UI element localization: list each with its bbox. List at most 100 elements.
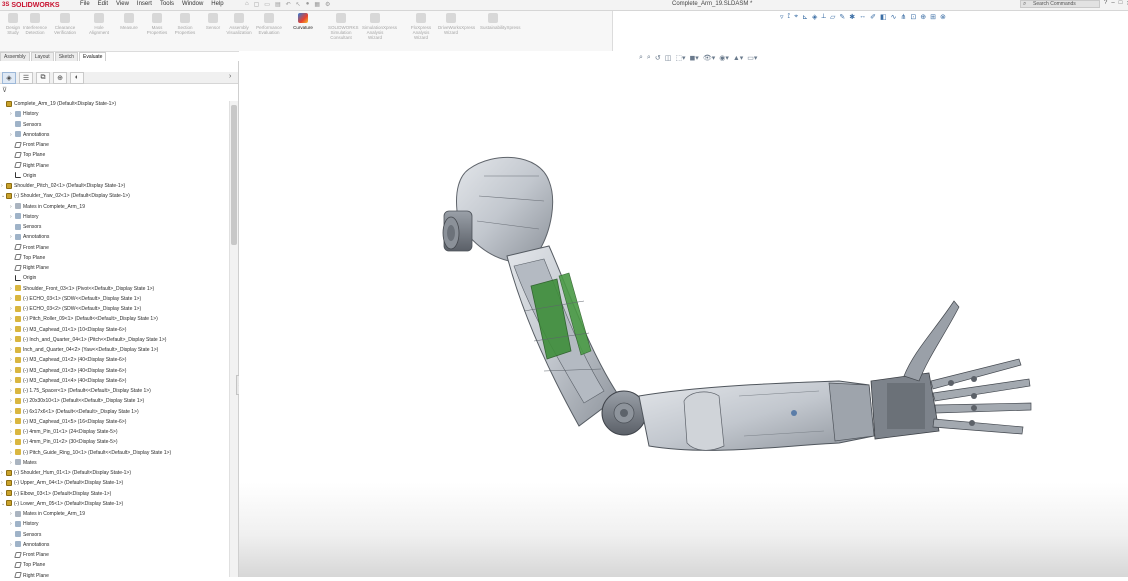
tree-item[interactable]: › History — [10, 212, 39, 222]
tab-layout[interactable]: Layout — [30, 52, 54, 61]
menu-window[interactable]: Window — [182, 1, 203, 7]
tree-item[interactable]: › (-) M3_Caphead_01<5> (16<Display State-… — [10, 417, 126, 427]
dimension-filter-icon[interactable]: ↔ — [859, 13, 866, 21]
tree-scrollbar[interactable] — [229, 101, 238, 577]
axis-filter-icon[interactable]: ⟂ — [821, 13, 826, 21]
ribbon-button-sustainabilityxpress[interactable]: SustainabilityXpress — [480, 13, 521, 30]
tree-item[interactable]: › (-) M3_Caphead_01<1> (10<Display State-… — [10, 325, 126, 335]
tree-item[interactable]: Front Plane — [10, 550, 49, 560]
tree-item[interactable]: › Mates in Complete_Arm_19 — [10, 202, 85, 212]
tree-item[interactable]: Top Plane — [10, 253, 45, 263]
tree-item[interactable]: Right Plane — [10, 161, 49, 171]
tab-evaluate[interactable]: Evaluate — [79, 52, 107, 61]
tree-item[interactable]: › History — [10, 109, 39, 119]
tree-item[interactable]: Sensors — [10, 222, 41, 232]
tree-item[interactable]: Top Plane — [10, 150, 45, 160]
undo-icon[interactable]: ↶ — [286, 1, 291, 8]
ribbon-button-hole-alignment[interactable]: Hole Alignment — [86, 13, 112, 35]
menu-insert[interactable]: Insert — [137, 1, 152, 7]
tree-item[interactable]: › Annotations — [10, 540, 49, 550]
tree-item[interactable]: › (-) Pitch_Guide_Ring_10<1> (Default<<De… — [10, 448, 171, 458]
tree-item[interactable]: › Mates — [10, 458, 37, 468]
select-filter-icon[interactable]: ⟟ — [788, 13, 791, 21]
search-commands-input[interactable]: ⌕ Search Commands — [1020, 0, 1100, 8]
tree-item[interactable]: Front Plane — [10, 243, 49, 253]
tree-item[interactable]: › Shoulder_Front_03<1> (Pivot<<Default>_D… — [10, 284, 154, 294]
ribbon-button-driveworksxpress-wizard[interactable]: DriveWorksXpress Wizard — [438, 13, 475, 35]
tree-item[interactable]: Origin — [10, 171, 36, 181]
shoulder-assembly[interactable] — [442, 156, 554, 262]
ribbon-button-performance-evaluation[interactable]: Performance Evaluation — [256, 13, 282, 35]
robotic-arm-model[interactable] — [239, 51, 1128, 577]
tree-item[interactable]: Sensors — [10, 530, 41, 540]
rebuild-icon[interactable]: ● — [306, 1, 310, 8]
propertymanager-tab-icon[interactable]: ☰ — [19, 71, 33, 84]
ribbon-button-interference-detection[interactable]: Interference Detection — [22, 13, 48, 35]
tree-item[interactable]: Front Plane — [10, 140, 49, 150]
select-icon[interactable]: ↖ — [296, 1, 301, 8]
filter-icon[interactable]: ▿ — [780, 13, 784, 21]
tree-item[interactable]: › Annotations — [10, 130, 49, 140]
tree-item[interactable]: › Annotations — [10, 232, 49, 242]
open-icon[interactable]: ▭ — [264, 1, 270, 8]
options-icon[interactable]: ⚙ — [325, 1, 330, 8]
featuremanager-tab-icon[interactable]: ◈ — [2, 71, 16, 84]
ribbon-button-measure[interactable]: Measure — [116, 13, 142, 30]
menu-edit[interactable]: Edit — [98, 1, 108, 7]
tree-item[interactable]: › Mates in Complete_Arm_19 — [10, 509, 85, 519]
tree-item[interactable]: › (-) ECHO_03<2> (SDW<<Default>_Display S… — [10, 304, 141, 314]
ribbon-button-sensor[interactable]: Sensor — [200, 13, 226, 30]
tab-sketch[interactable]: Sketch — [54, 52, 78, 61]
solidworks-logo[interactable]: 3S SOLIDWORKS — [2, 1, 60, 9]
tree-item[interactable]: Complete_Arm_19 (Default<Display State-1… — [1, 99, 116, 109]
cosmetic-filter-icon[interactable]: ⊕ — [920, 13, 926, 21]
sketch-filter-icon[interactable]: ✎ — [839, 13, 845, 21]
tree-item[interactable]: ⌄ (-) Shoulder_Yaw_02<1> (Default<Display… — [1, 191, 130, 201]
tree-item[interactable]: › (-) Elbow_03<1> (Default<Display State-… — [1, 489, 111, 499]
file-properties-icon[interactable]: ▦ — [314, 1, 320, 8]
upper-arm-assembly[interactable] — [506, 245, 620, 427]
menu-tools[interactable]: Tools — [160, 1, 174, 7]
tree-item[interactable]: › (-) ECHO_03<1> (SDW<<Default>_Display S… — [10, 294, 141, 304]
print-icon[interactable]: ▤ — [275, 1, 281, 8]
clear-filter-icon[interactable]: ⊗ — [940, 13, 946, 21]
displaymanager-tab-icon[interactable]: ◐ — [70, 71, 84, 84]
face-filter-icon[interactable]: ◈ — [812, 13, 817, 21]
plane-filter-icon[interactable]: ▱ — [830, 13, 835, 21]
ribbon-button-curvature[interactable]: Curvature — [290, 13, 316, 30]
configurationmanager-tab-icon[interactable]: ⧉ — [36, 71, 50, 84]
new-icon[interactable]: ▢ — [254, 1, 260, 8]
tree-item[interactable]: Right Plane — [10, 263, 49, 273]
tree-item[interactable]: Top Plane — [10, 560, 45, 570]
scrollbar-thumb[interactable] — [231, 105, 237, 245]
note-filter-icon[interactable]: ✐ — [870, 13, 876, 21]
tree-item[interactable]: › (-) Inch_and_Quarter_04<1> (Pitch<<Defa… — [10, 335, 166, 345]
ribbon-button-floxpress-analysis-wizard[interactable]: FloXpress Analysis Wizard — [408, 13, 434, 40]
tree-item[interactable]: › (-) 20x30x10<1> (Default<<Default>_Disp… — [10, 396, 144, 406]
dimxpertmanager-tab-icon[interactable]: ⊕ — [53, 71, 67, 84]
ribbon-button-simulationxpress-analysis-wizard[interactable]: SimulationXpress Analysis Wizard — [362, 13, 397, 40]
tree-item[interactable]: › (-) Shoulder_Hum_01<1> (Default<Display… — [1, 468, 131, 478]
help-icon[interactable]: ? — [1104, 0, 1107, 7]
edge-filter-icon[interactable]: ⊾ — [802, 13, 808, 21]
forearm-assembly[interactable] — [638, 380, 875, 451]
weld-filter-icon[interactable]: ⋔ — [901, 13, 907, 21]
tree-item[interactable]: › Inch_and_Quarter_04<2> (Yaw<<Default>_D… — [10, 345, 158, 355]
menu-file[interactable]: File — [80, 1, 90, 7]
tree-item[interactable]: › (-) M3_Caphead_01<4> (40<Display State-… — [10, 376, 126, 386]
tree-item[interactable]: ⌄ (-) Lower_Arm_05<1> (Default<Display St… — [1, 499, 123, 509]
minimize-icon[interactable]: – — [1111, 0, 1114, 7]
tree-item[interactable]: › (-) M3_Caphead_01<2> (40<Display State-… — [10, 355, 126, 365]
tree-filter-icon[interactable]: ⊽ — [2, 86, 7, 94]
tree-item[interactable]: Right Plane — [10, 571, 49, 581]
tree-item[interactable]: › History — [10, 519, 39, 529]
graphics-area[interactable]: ⌕ ⌕ ↺ ◫ ⬚▾ ◼▾ 👁▾ ◉▾ ▲▾ ▭▾ — [239, 51, 1128, 577]
tree-item[interactable]: › (-) 4mm_Pin_01<1> (24<Display State-5>) — [10, 427, 118, 437]
tree-item[interactable]: › (-) 6x17x6<1> (Default<<Default>_Displa… — [10, 407, 139, 417]
tree-item[interactable]: › (-) 1.75_Spacer<1> (Default<<Default>_D… — [10, 386, 151, 396]
menu-view[interactable]: View — [116, 1, 129, 7]
tree-item[interactable]: › (-) Pitch_Roller_09<1> (Default<<Defaul… — [10, 314, 158, 324]
tree-item[interactable]: › (-) M3_Caphead_01<3> (40<Display State-… — [10, 366, 126, 376]
tree-item[interactable]: › (-) 4mm_Pin_01<2> (30<Display State-5>) — [10, 437, 118, 447]
vertex-filter-icon[interactable]: ⌖ — [794, 13, 798, 21]
